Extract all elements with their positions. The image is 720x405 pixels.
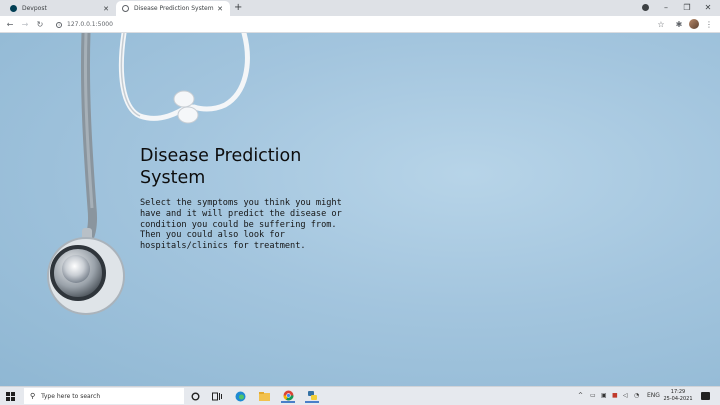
battery-icon[interactable]: ▭ — [590, 391, 596, 401]
page-description: Select the symptoms you think you might … — [140, 198, 342, 252]
new-tab-button[interactable]: + — [234, 1, 242, 15]
media-control-icon[interactable] — [642, 4, 649, 11]
volume-icon[interactable]: ◁ — [623, 391, 628, 401]
tab-close-icon[interactable]: ✕ — [102, 5, 110, 13]
restore-button[interactable]: ❐ — [681, 1, 693, 15]
windows-taskbar: ⚲ Type here to search ^ ▭ ▣ ■ ◁ ◔ ENG 17… — [0, 386, 720, 405]
network-icon[interactable]: ◔ — [634, 391, 639, 401]
language-indicator[interactable]: ENG — [647, 391, 660, 401]
page-title: Disease Prediction System — [140, 146, 302, 188]
taskbar-search-box[interactable]: ⚲ Type here to search — [24, 388, 184, 404]
python-icon[interactable] — [305, 389, 319, 403]
antivirus-icon[interactable]: ■ — [612, 391, 618, 401]
clock-time: 17:29 — [670, 389, 686, 395]
cortana-icon[interactable] — [188, 389, 202, 403]
site-info-icon[interactable]: i — [56, 21, 62, 28]
search-icon: ⚲ — [30, 392, 36, 400]
close-window-button[interactable]: ✕ — [702, 1, 714, 15]
tab-title: Devpost — [22, 5, 47, 12]
edge-browser-icon[interactable] — [233, 389, 247, 403]
extensions-puzzle-icon[interactable]: ✱ — [674, 19, 684, 30]
address-url[interactable]: 127.0.0.1:5000 — [67, 21, 113, 28]
windows-start-icon[interactable] — [6, 392, 15, 401]
taskbar-clock[interactable]: 17:29 25-04-2021 — [660, 389, 696, 403]
minimize-button[interactable]: – — [660, 1, 672, 15]
chrome-browser-icon[interactable] — [281, 389, 295, 403]
task-view-icon[interactable] — [210, 389, 224, 403]
tab-strip: Devpost ✕ Disease Prediction System ✕ + … — [0, 0, 720, 16]
tab-close-icon[interactable]: ✕ — [216, 5, 224, 13]
globe-icon — [122, 5, 129, 12]
reload-icon[interactable]: ↻ — [35, 19, 45, 30]
bookmark-star-icon[interactable]: ☆ — [656, 19, 666, 30]
page-background: Disease Prediction System Select the sym… — [0, 33, 720, 386]
back-arrow-icon[interactable]: ← — [5, 19, 15, 30]
meet-now-icon[interactable]: ▣ — [601, 391, 607, 401]
tab-devpost[interactable]: Devpost ✕ — [4, 1, 116, 16]
profile-avatar[interactable] — [689, 19, 699, 29]
show-hidden-icons-icon[interactable]: ^ — [578, 391, 583, 401]
browser-menu-icon[interactable]: ⋮ — [704, 19, 714, 30]
clock-date: 25-04-2021 — [663, 396, 693, 402]
tab-title: Disease Prediction System — [134, 5, 214, 12]
devpost-icon — [10, 5, 17, 12]
notifications-icon[interactable] — [701, 392, 710, 400]
hero-section: Disease Prediction System Select the sym… — [140, 145, 360, 252]
browser-toolbar: ← → ↻ i 127.0.0.1:5000 ☆ ✱ ⋮ — [0, 16, 720, 33]
taskbar-search-placeholder[interactable]: Type here to search — [41, 393, 100, 400]
forward-arrow-icon[interactable]: → — [20, 19, 30, 30]
address-bar[interactable]: i 127.0.0.1:5000 — [50, 18, 670, 31]
tab-disease-prediction[interactable]: Disease Prediction System ✕ — [116, 1, 230, 16]
file-explorer-icon[interactable] — [257, 389, 271, 403]
